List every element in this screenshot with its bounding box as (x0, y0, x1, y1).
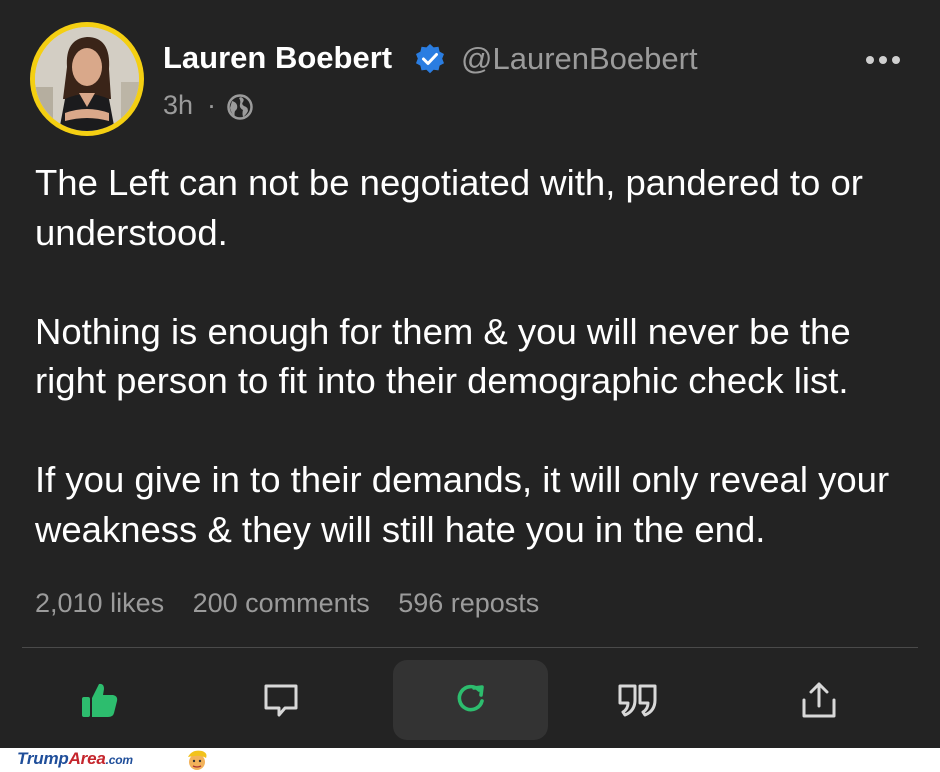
watermark-bar: TrumpArea.com (0, 748, 940, 772)
thumbs-up-icon (81, 683, 117, 717)
post-card: Lauren Boebert @LaurenBoebert 3h · The L… (0, 0, 940, 748)
reposts-count[interactable]: 596 reposts (398, 588, 539, 618)
avatar-photo (35, 27, 139, 131)
globe-icon (227, 94, 253, 120)
likes-count[interactable]: 2,010 likes (35, 588, 164, 618)
divider (22, 647, 918, 648)
comment-icon (264, 684, 297, 717)
verified-badge-icon (416, 44, 444, 74)
mascot-icon (188, 750, 207, 770)
share-icon (802, 682, 835, 718)
comment-button[interactable] (203, 660, 358, 740)
post-paragraph: The Left can not be negotiated with, pan… (35, 162, 863, 253)
like-button[interactable] (22, 660, 177, 740)
comments-count[interactable]: 200 comments (193, 588, 370, 618)
watermark-logo: TrumpArea.com (17, 749, 133, 768)
post-paragraph: Nothing is enough for them & you will ne… (35, 310, 851, 402)
quote-icon (618, 684, 656, 717)
post-stats: 2,010 likes 200 comments 596 reposts (35, 588, 560, 619)
post-paragraph: If you give in to their demands, it will… (35, 459, 890, 550)
meta-separator: · (207, 90, 216, 120)
more-options-icon[interactable] (862, 52, 904, 68)
post-body: The Left can not be negotiated with, pan… (35, 158, 930, 604)
repost-button[interactable] (393, 660, 548, 740)
post-time: 3h (163, 90, 194, 120)
author-handle[interactable]: @LaurenBoebert (461, 41, 698, 77)
author-name[interactable]: Lauren Boebert (163, 40, 392, 76)
author-avatar[interactable] (30, 22, 144, 136)
quote-button[interactable] (560, 660, 715, 740)
share-button[interactable] (741, 660, 896, 740)
repost-icon (457, 684, 484, 712)
